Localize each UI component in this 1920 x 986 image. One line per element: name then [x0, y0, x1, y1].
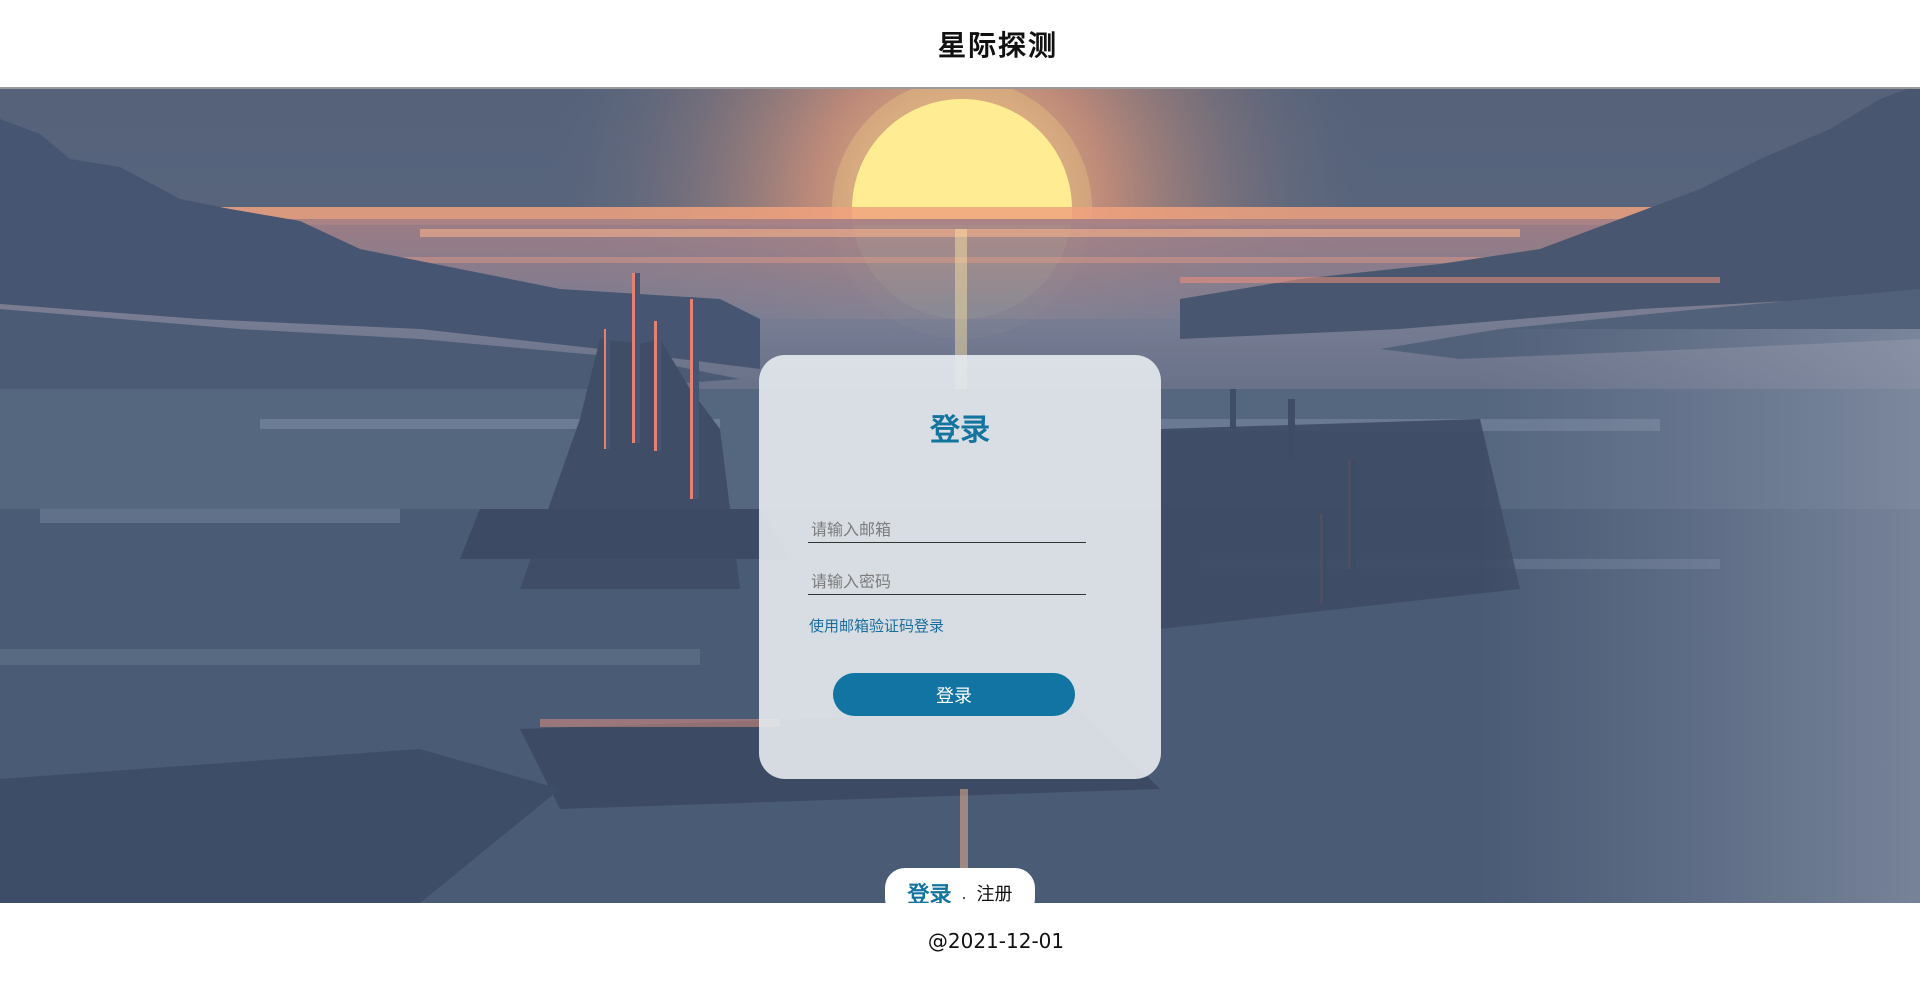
email-input[interactable]: [808, 511, 1086, 543]
top-bar: 星际探测: [0, 0, 1920, 89]
login-submit-button[interactable]: 登录: [833, 673, 1075, 716]
switcher-separator: .: [961, 883, 967, 903]
site-title: 星际探测: [937, 28, 1058, 62]
footer: @2021-12-01: [0, 903, 1920, 986]
switch-login-tab[interactable]: 登录: [907, 877, 951, 903]
email-code-login-link[interactable]: 使用邮箱验证码登录: [809, 615, 944, 636]
copyright-text: @2021-12-01: [927, 929, 1065, 953]
switch-register-tab[interactable]: 注册: [977, 880, 1013, 903]
login-card: 登录 使用邮箱验证码登录 登录: [759, 355, 1161, 779]
login-card-title: 登录: [930, 413, 990, 448]
login-register-switcher: 登录 . 注册: [885, 868, 1035, 903]
password-input[interactable]: [808, 563, 1086, 595]
hero-background: 登录 使用邮箱验证码登录 登录 登录 . 注册: [0, 89, 1920, 903]
